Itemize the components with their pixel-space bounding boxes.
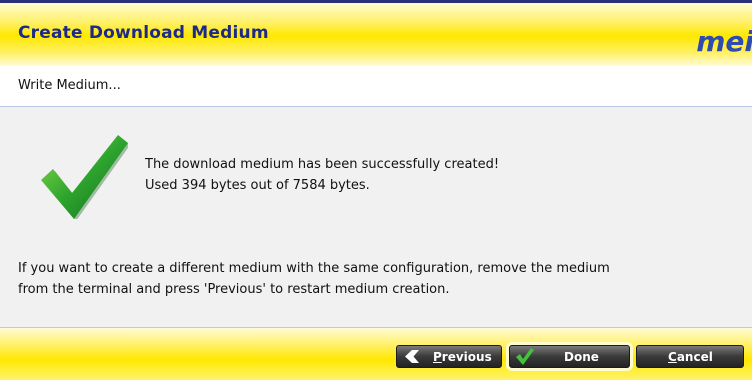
info-text-line-2: from the terminal and press 'Previous' t… [18, 282, 450, 297]
step-header: Write Medium... [0, 66, 752, 107]
previous-label: Previous [433, 350, 492, 364]
done-check-icon [516, 348, 534, 365]
wizard-footer: Previous Done Cancel [0, 327, 752, 380]
back-arrow-icon [405, 350, 419, 363]
wizard-header: Create Download Medium mei [0, 0, 752, 66]
info-text-line-1: If you want to create a different medium… [18, 261, 610, 276]
success-message: The download medium has been successfull… [145, 157, 500, 172]
mei-logo: mei [696, 25, 752, 58]
done-label: Done [564, 350, 599, 364]
usage-message: Used 394 bytes out of 7584 bytes. [145, 178, 370, 193]
checkmark-icon [41, 135, 128, 219]
wizard-window: Create Download Medium mei Write Medium.… [0, 0, 752, 380]
wizard-title: Create Download Medium [18, 23, 269, 43]
previous-button[interactable]: Previous [396, 345, 502, 368]
cancel-button[interactable]: Cancel [636, 345, 744, 368]
done-button[interactable]: Done [509, 345, 630, 368]
cancel-label: Cancel [668, 350, 713, 364]
content-panel: The download medium has been successfull… [0, 107, 752, 327]
step-title: Write Medium... [18, 78, 121, 93]
